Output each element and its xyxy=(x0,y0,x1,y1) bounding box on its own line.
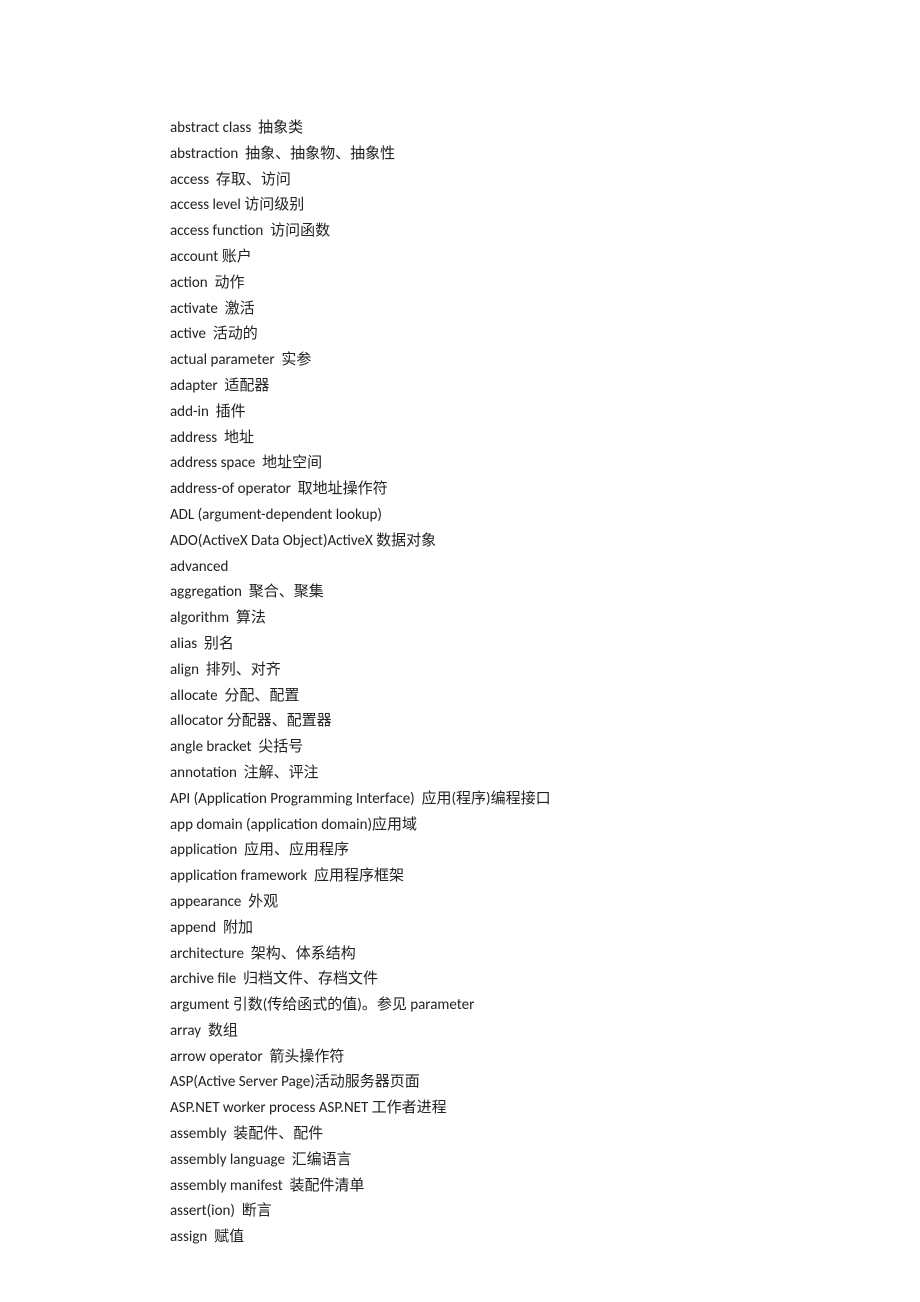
glossary-entry: angle bracket 尖括号 xyxy=(170,735,920,761)
glossary-entry: abstract class 抽象类 xyxy=(170,116,920,142)
glossary-entry: aggregation 聚合、聚集 xyxy=(170,580,920,606)
glossary-entry: algorithm 算法 xyxy=(170,606,920,632)
glossary-entry: advanced xyxy=(170,555,920,581)
glossary-entry: ADO(ActiveX Data Object)ActiveX 数据对象 xyxy=(170,529,920,555)
glossary-entry: alias 别名 xyxy=(170,632,920,658)
glossary-entry: annotation 注解、评注 xyxy=(170,761,920,787)
glossary-entry: arrow operator 箭头操作符 xyxy=(170,1045,920,1071)
glossary-entry: archive file 归档文件、存档文件 xyxy=(170,967,920,993)
glossary-entry: ADL (argument-dependent lookup) xyxy=(170,503,920,529)
glossary-entry: account 账户 xyxy=(170,245,920,271)
glossary-entry: ASP(Active Server Page)活动服务器页面 xyxy=(170,1070,920,1096)
glossary-entry: ASP.NET worker process ASP.NET 工作者进程 xyxy=(170,1096,920,1122)
glossary-entry: action 动作 xyxy=(170,271,920,297)
glossary-entry: application framework 应用程序框架 xyxy=(170,864,920,890)
glossary-entry: assembly 装配件、配件 xyxy=(170,1122,920,1148)
glossary-entry: align 排列、对齐 xyxy=(170,658,920,684)
glossary-entry: array 数组 xyxy=(170,1019,920,1045)
glossary-entry: abstraction 抽象、抽象物、抽象性 xyxy=(170,142,920,168)
glossary-entry: assert(ion) 断言 xyxy=(170,1199,920,1225)
glossary-entry: allocate 分配、配置 xyxy=(170,684,920,710)
glossary-entry: adapter 适配器 xyxy=(170,374,920,400)
glossary-entry: active 活动的 xyxy=(170,322,920,348)
glossary-entry: argument 引数(传给函式的值)。参见 parameter xyxy=(170,993,920,1019)
glossary-entry: assembly manifest 装配件清单 xyxy=(170,1174,920,1200)
glossary-entry: app domain (application domain)应用域 xyxy=(170,813,920,839)
glossary-entry: access level 访问级别 xyxy=(170,193,920,219)
glossary-entry: actual parameter 实参 xyxy=(170,348,920,374)
glossary-entry: address space 地址空间 xyxy=(170,451,920,477)
glossary-entry: API (Application Programming Interface) … xyxy=(170,787,920,813)
glossary-entry: address-of operator 取地址操作符 xyxy=(170,477,920,503)
glossary-entry: append 附加 xyxy=(170,916,920,942)
glossary-entry: activate 激活 xyxy=(170,297,920,323)
glossary-entry: address 地址 xyxy=(170,426,920,452)
glossary-entry: assembly language 汇编语言 xyxy=(170,1148,920,1174)
glossary-entry: add-in 插件 xyxy=(170,400,920,426)
glossary-entry: appearance 外观 xyxy=(170,890,920,916)
glossary-list: abstract class 抽象类abstraction 抽象、抽象物、抽象性… xyxy=(170,116,920,1251)
glossary-entry: application 应用、应用程序 xyxy=(170,838,920,864)
glossary-entry: access function 访问函数 xyxy=(170,219,920,245)
glossary-entry: architecture 架构、体系结构 xyxy=(170,942,920,968)
glossary-entry: access 存取、访问 xyxy=(170,168,920,194)
glossary-entry: allocator 分配器、配置器 xyxy=(170,709,920,735)
glossary-entry: assign 赋值 xyxy=(170,1225,920,1251)
document-page: abstract class 抽象类abstraction 抽象、抽象物、抽象性… xyxy=(0,0,920,1302)
